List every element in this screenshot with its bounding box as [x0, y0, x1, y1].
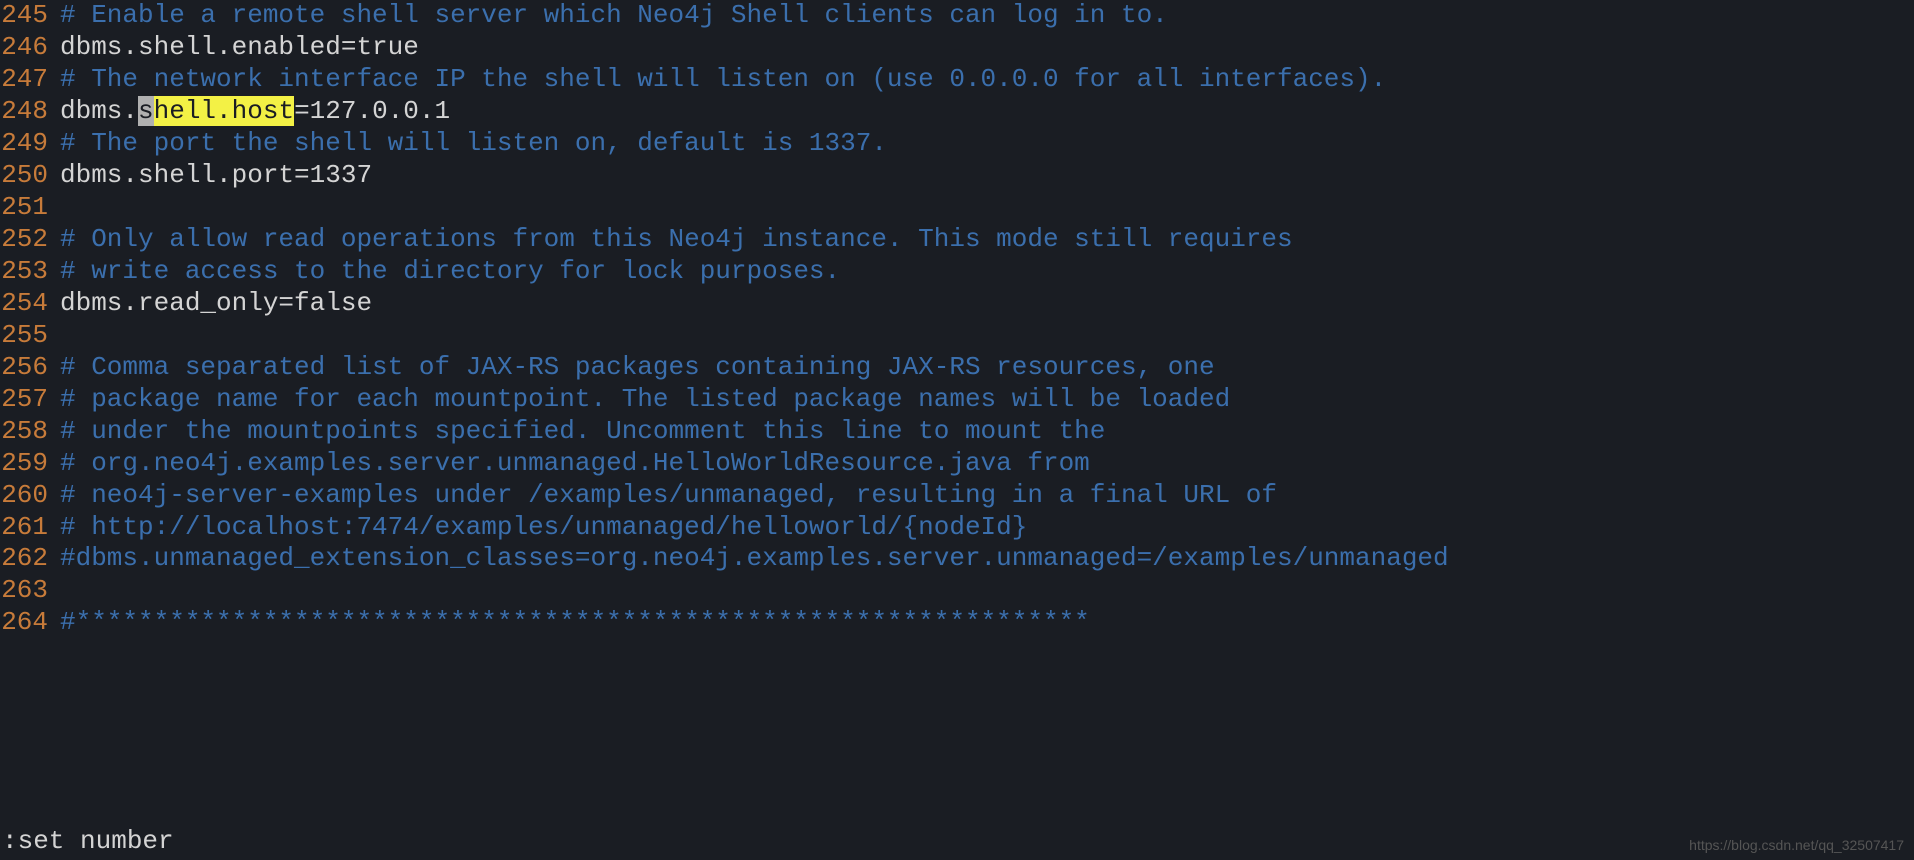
line-number: 245: [0, 0, 60, 32]
code-line[interactable]: 261# http://localhost:7474/examples/unma…: [0, 512, 1914, 544]
line-number: 250: [0, 160, 60, 192]
code-token: # under the mountpoints specified. Uncom…: [60, 416, 1105, 446]
code-line[interactable]: 257# package name for each mountpoint. T…: [0, 384, 1914, 416]
code-token: # neo4j-server-examples under /examples/…: [60, 480, 1277, 510]
code-line[interactable]: 255: [0, 320, 1914, 352]
code-token: hell.host: [154, 96, 294, 126]
line-number: 246: [0, 32, 60, 64]
line-content[interactable]: [60, 575, 1914, 607]
code-token: # Comma separated list of JAX-RS package…: [60, 352, 1215, 382]
watermark: https://blog.csdn.net/qq_32507417: [1689, 837, 1904, 854]
line-number: 256: [0, 352, 60, 384]
code-line[interactable]: 263: [0, 575, 1914, 607]
code-line[interactable]: 259# org.neo4j.examples.server.unmanaged…: [0, 448, 1914, 480]
line-number: 264: [0, 607, 60, 639]
code-line[interactable]: 264#************************************…: [0, 607, 1914, 639]
vim-editor[interactable]: 245# Enable a remote shell server which …: [0, 0, 1914, 860]
code-line[interactable]: 247# The network interface IP the shell …: [0, 64, 1914, 96]
line-content[interactable]: # The port the shell will listen on, def…: [60, 128, 1914, 160]
line-content[interactable]: # Comma separated list of JAX-RS package…: [60, 352, 1914, 384]
line-content[interactable]: # package name for each mountpoint. The …: [60, 384, 1914, 416]
line-content[interactable]: # org.neo4j.examples.server.unmanaged.He…: [60, 448, 1914, 480]
line-number: 260: [0, 480, 60, 512]
line-number: 249: [0, 128, 60, 160]
code-token: # write access to the directory for lock…: [60, 256, 840, 286]
line-content[interactable]: dbms.shell.host=127.0.0.1: [60, 96, 1914, 128]
vim-command-line[interactable]: :set number: [0, 826, 1914, 860]
code-line[interactable]: 246dbms.shell.enabled=true: [0, 32, 1914, 64]
code-token: # org.neo4j.examples.server.unmanaged.He…: [60, 448, 1090, 478]
line-content[interactable]: # under the mountpoints specified. Uncom…: [60, 416, 1914, 448]
code-token: # Only allow read operations from this N…: [60, 224, 1293, 254]
code-line[interactable]: 258# under the mountpoints specified. Un…: [0, 416, 1914, 448]
code-token: dbms.shell.enabled=true: [60, 32, 419, 62]
line-content[interactable]: dbms.shell.enabled=true: [60, 32, 1914, 64]
line-content[interactable]: #dbms.unmanaged_extension_classes=org.ne…: [60, 543, 1914, 575]
line-content[interactable]: # http://localhost:7474/examples/unmanag…: [60, 512, 1914, 544]
line-number: 262: [0, 543, 60, 575]
line-number: 257: [0, 384, 60, 416]
line-content[interactable]: # Enable a remote shell server which Neo…: [60, 0, 1914, 32]
code-token: # Enable a remote shell server which Neo…: [60, 0, 1168, 30]
code-token: dbms.read_only=false: [60, 288, 372, 318]
code-token: # The port the shell will listen on, def…: [60, 128, 887, 158]
line-number: 263: [0, 575, 60, 607]
line-number: 252: [0, 224, 60, 256]
code-line[interactable]: 249# The port the shell will listen on, …: [0, 128, 1914, 160]
code-line[interactable]: 250dbms.shell.port=1337: [0, 160, 1914, 192]
line-number: 255: [0, 320, 60, 352]
code-line[interactable]: 251: [0, 192, 1914, 224]
code-line[interactable]: 252# Only allow read operations from thi…: [0, 224, 1914, 256]
line-content[interactable]: [60, 192, 1914, 224]
line-content[interactable]: # neo4j-server-examples under /examples/…: [60, 480, 1914, 512]
code-token: #***************************************…: [60, 607, 1090, 637]
line-content[interactable]: #***************************************…: [60, 607, 1914, 639]
line-number: 251: [0, 192, 60, 224]
code-token: s: [138, 96, 154, 126]
code-token: # package name for each mountpoint. The …: [60, 384, 1230, 414]
code-line[interactable]: 253# write access to the directory for l…: [0, 256, 1914, 288]
line-content[interactable]: # write access to the directory for lock…: [60, 256, 1914, 288]
code-token: #dbms.unmanaged_extension_classes=org.ne…: [60, 543, 1449, 573]
line-number: 254: [0, 288, 60, 320]
line-content[interactable]: [60, 320, 1914, 352]
line-number: 247: [0, 64, 60, 96]
code-token: # http://localhost:7474/examples/unmanag…: [60, 512, 1027, 542]
line-number: 248: [0, 96, 60, 128]
line-number: 258: [0, 416, 60, 448]
code-area[interactable]: 245# Enable a remote shell server which …: [0, 0, 1914, 826]
code-token: dbms.shell.port=1337: [60, 160, 372, 190]
line-content[interactable]: # Only allow read operations from this N…: [60, 224, 1914, 256]
code-line[interactable]: 254dbms.read_only=false: [0, 288, 1914, 320]
code-line[interactable]: 262#dbms.unmanaged_extension_classes=org…: [0, 543, 1914, 575]
code-token: =127.0.0.1: [294, 96, 450, 126]
line-number: 253: [0, 256, 60, 288]
line-content[interactable]: dbms.shell.port=1337: [60, 160, 1914, 192]
line-content[interactable]: # The network interface IP the shell wil…: [60, 64, 1914, 96]
line-content[interactable]: dbms.read_only=false: [60, 288, 1914, 320]
code-line[interactable]: 248dbms.shell.host=127.0.0.1: [0, 96, 1914, 128]
line-number: 259: [0, 448, 60, 480]
code-line[interactable]: 256# Comma separated list of JAX-RS pack…: [0, 352, 1914, 384]
code-line[interactable]: 260# neo4j-server-examples under /exampl…: [0, 480, 1914, 512]
code-token: # The network interface IP the shell wil…: [60, 64, 1386, 94]
code-line[interactable]: 245# Enable a remote shell server which …: [0, 0, 1914, 32]
code-token: dbms.: [60, 96, 138, 126]
line-number: 261: [0, 512, 60, 544]
